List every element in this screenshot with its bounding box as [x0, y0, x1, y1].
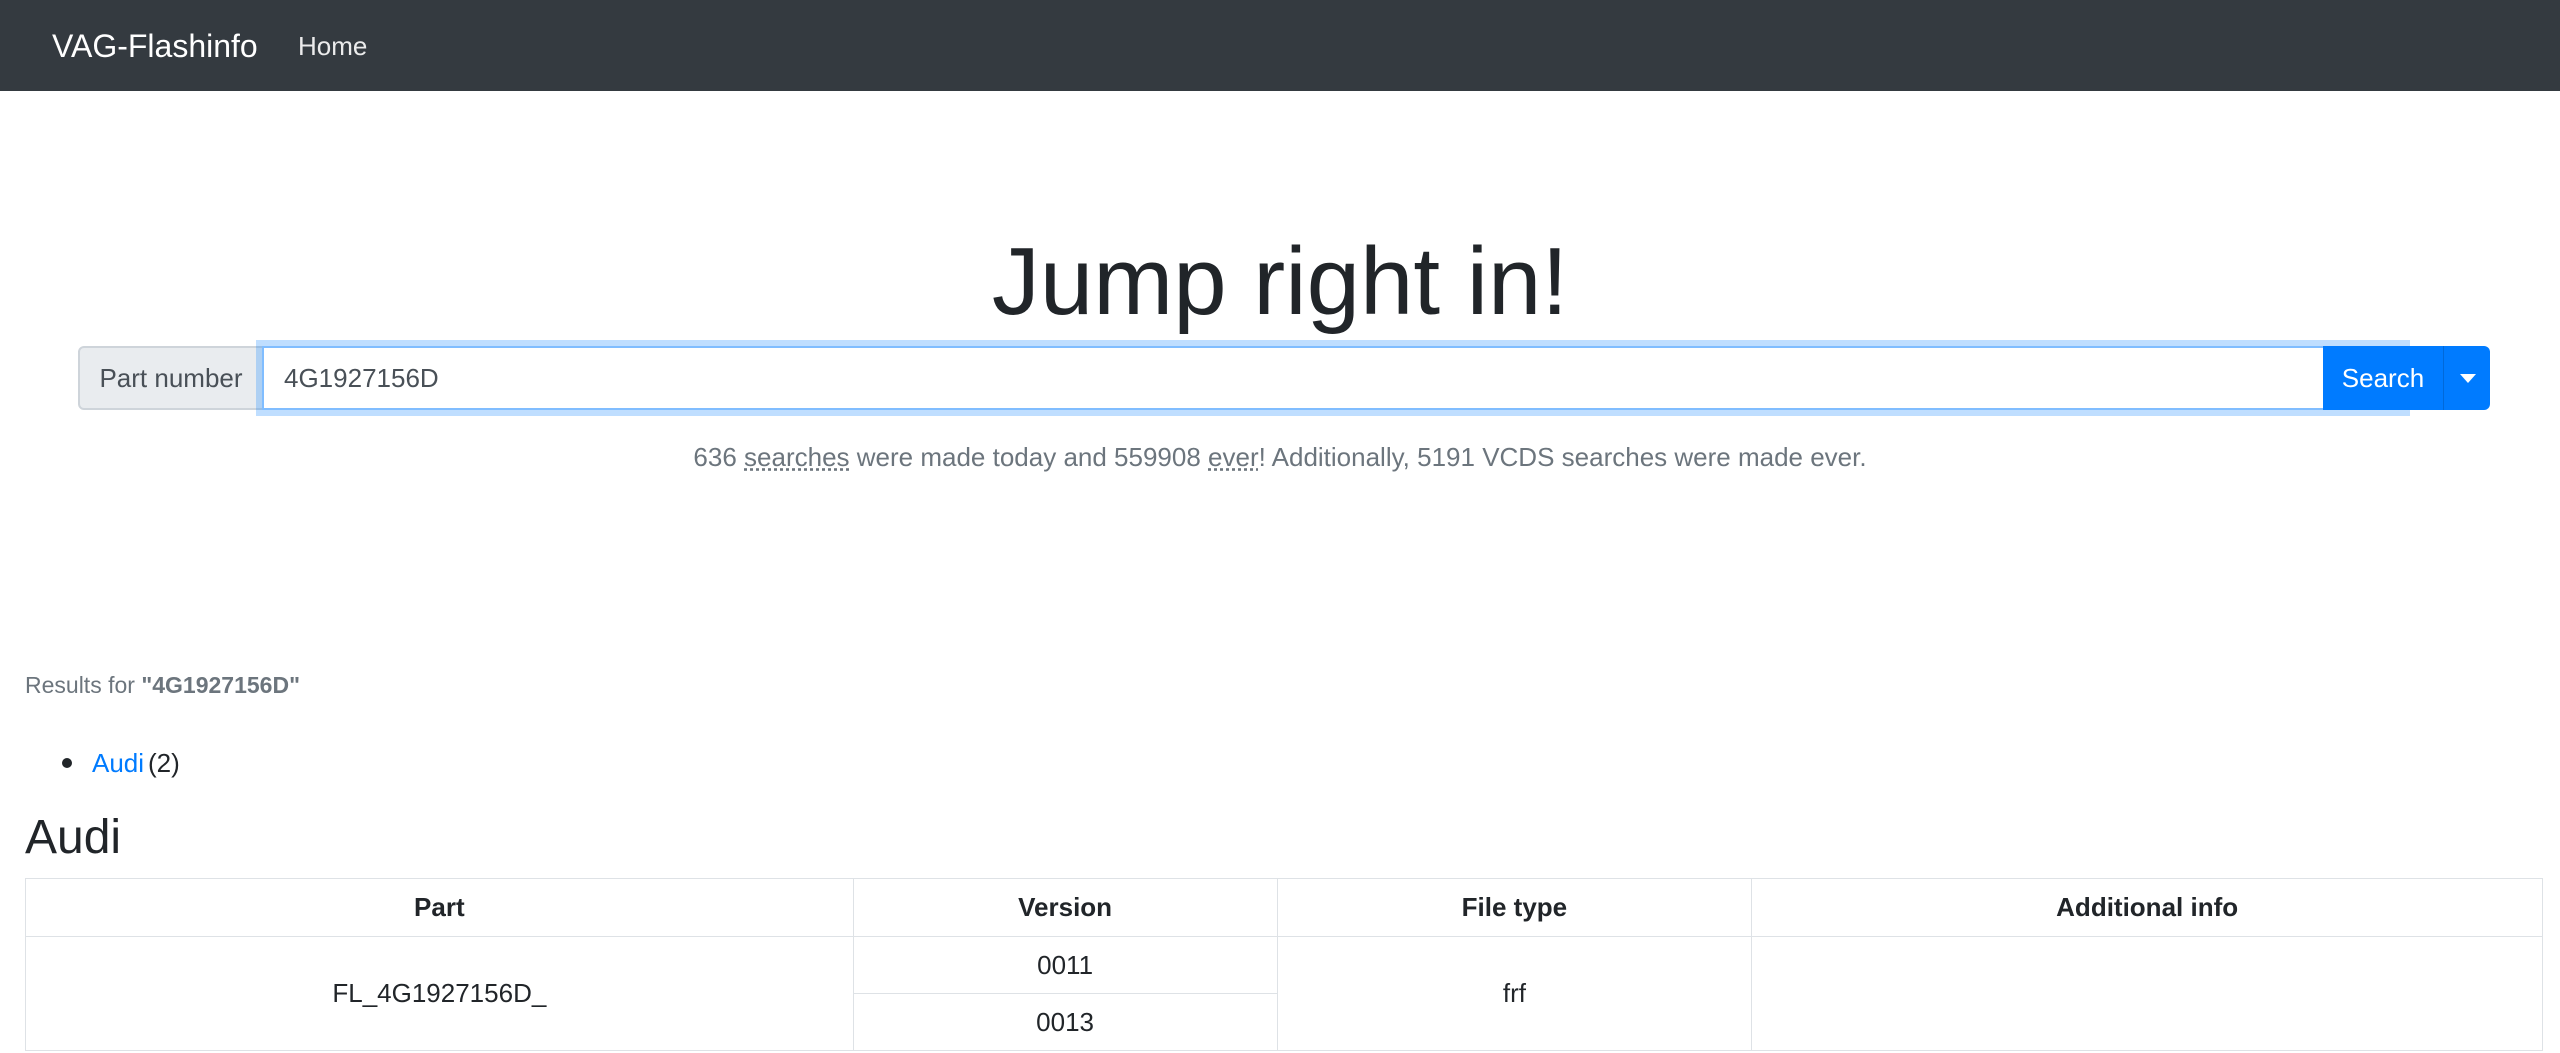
results-table: Part Version File type Additional info F…	[25, 878, 2543, 1051]
additional-info-cell	[1751, 936, 2543, 1051]
section-title: Audi	[25, 811, 122, 864]
results-heading: Results for "4G1927156D"	[25, 670, 300, 700]
brand-audi-count: (2)	[148, 748, 180, 778]
part-search-group: Part number Search	[78, 346, 2490, 410]
searches-abbr: searches	[744, 442, 850, 472]
search-options-toggle[interactable]	[2443, 346, 2490, 410]
version-cell: 0011	[852, 936, 1278, 994]
bullet-icon	[62, 758, 72, 768]
hero-title: Jump right in!	[991, 228, 1569, 335]
vcds-text: ! Additionally, 5191 VCDS searches were …	[1258, 442, 1867, 472]
brand-link[interactable]: VAG-Flashinfo	[52, 26, 258, 66]
caret-down-icon	[2460, 374, 2476, 383]
search-stats: 636 searches were made today and 559908 …	[0, 440, 2560, 474]
navbar: VAG-Flashinfo Home	[0, 0, 2560, 91]
brand-audi-link[interactable]: Audi	[92, 747, 144, 779]
part-cell: FL_4G1927156D_	[25, 936, 854, 1051]
made-today-text: were made today and	[849, 442, 1115, 472]
ever-abbr: ever	[1208, 442, 1259, 472]
column-header-additional-info: Additional info	[1751, 878, 2543, 937]
ever-count: 559908	[1114, 442, 1201, 472]
nav-home-link[interactable]: Home	[298, 30, 367, 62]
version-cell: 0013	[852, 993, 1278, 1051]
column-header-part: Part	[25, 878, 854, 937]
column-header-version: Version	[852, 878, 1278, 937]
file-type-cell: frf	[1276, 936, 1753, 1051]
part-number-addon: Part number	[78, 346, 264, 410]
table-header-row: Part Version File type Additional info	[25, 878, 2543, 937]
results-query: "4G1927156D"	[141, 672, 300, 698]
search-button[interactable]: Search	[2323, 346, 2443, 410]
table-row: FL_4G1927156D_ 0011 frf	[25, 936, 2543, 1051]
column-header-file-type: File type	[1276, 878, 1753, 937]
today-count: 636	[693, 442, 737, 472]
part-number-input[interactable]	[262, 346, 2404, 410]
results-prefix: Results for	[25, 672, 142, 698]
